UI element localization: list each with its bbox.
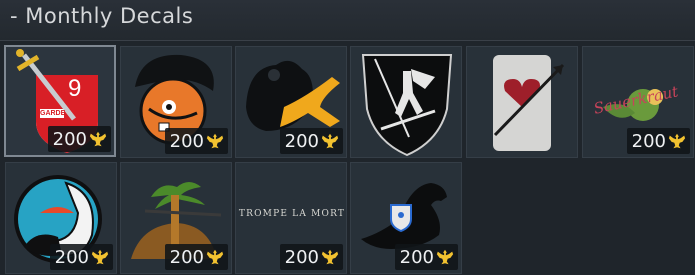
price-amount: 200 <box>284 130 319 152</box>
decal-tile-palm-turtle[interactable]: 200 <box>120 162 232 274</box>
price-badge: 200 <box>164 128 228 154</box>
golden-eagle-icon <box>91 248 109 266</box>
section-title: - Monthly Decals <box>10 4 194 28</box>
price-amount: 200 <box>284 246 319 268</box>
knight-shield-decal-icon <box>361 54 453 157</box>
price-amount: 200 <box>52 128 87 150</box>
decal-tile-panther[interactable]: 200 <box>350 162 462 274</box>
garde-number: 9 <box>68 75 82 102</box>
golden-eagle-icon <box>321 132 339 150</box>
decal-tile-skunk[interactable]: 200 <box>5 162 117 274</box>
decal-tile-garde[interactable]: 9 GARDE 200 <box>4 45 116 157</box>
decal-tile-sauerkraut[interactable]: Sauerkraut 200 <box>582 46 694 158</box>
decal-tile-ace-of-hearts[interactable] <box>466 46 578 158</box>
price-amount: 200 <box>169 246 204 268</box>
decal-tile-knight-shield[interactable] <box>350 46 462 158</box>
price-badge: 200 <box>164 244 228 270</box>
price-badge: 200 <box>279 244 343 270</box>
golden-eagle-icon <box>89 130 107 148</box>
price-badge: 200 <box>47 126 111 152</box>
golden-eagle-icon <box>206 132 224 150</box>
price-badge: 200 <box>626 128 690 154</box>
golden-eagle-icon <box>206 248 224 266</box>
price-amount: 200 <box>631 130 666 152</box>
ace-of-hearts-arrow-decal-icon <box>493 55 565 151</box>
golden-eagle-icon <box>321 248 339 266</box>
price-badge: 200 <box>279 128 343 154</box>
trompe-la-mort-text: TROMPE LA MORT <box>238 209 346 219</box>
section-header[interactable]: - Monthly Decals <box>0 0 695 41</box>
golden-eagle-icon <box>668 132 686 150</box>
golden-eagle-icon <box>436 248 454 266</box>
price-amount: 200 <box>399 246 434 268</box>
price-badge: 200 <box>49 244 113 270</box>
price-badge: 200 <box>394 244 458 270</box>
decal-tile-frog-scarf[interactable]: 200 <box>235 46 347 158</box>
decal-tile-mouse-helmet[interactable]: 200 <box>120 46 232 158</box>
price-amount: 200 <box>54 246 89 268</box>
price-amount: 200 <box>169 130 204 152</box>
decal-tile-trompe-la-mort[interactable]: TROMPE LA MORT 200 <box>235 162 347 274</box>
garde-label: GARDE <box>40 110 66 117</box>
